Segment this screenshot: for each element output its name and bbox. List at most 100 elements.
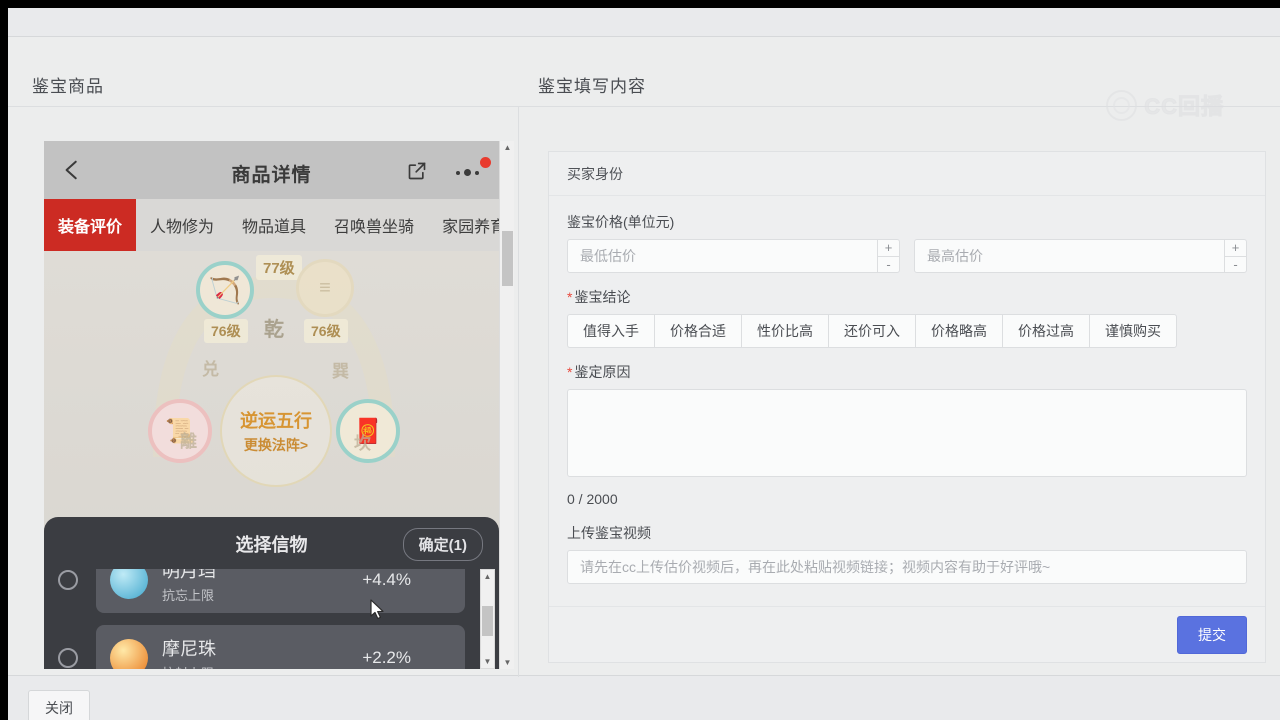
video-label: 上传鉴宝视频 [567,523,1247,543]
list-item[interactable]: 明月珰 抗忘上限 +4.4% [44,569,499,619]
conclusion-label: * 鉴宝结论 [567,287,1247,307]
item-radio[interactable] [58,570,78,590]
min-price-stepper[interactable]: + - [877,240,899,272]
game-preview-panel: 商品详情 装备评价 人物修为 物品道具 召唤兽坐骑 家园养育 🏹 76级 77级… [36,141,514,669]
right-panel-title: 鉴宝填写内容 [538,77,646,96]
conclusion-option-4[interactable]: 价格略高 [915,314,1002,348]
trigram-top: 乾 [264,319,284,341]
left-panel-title: 鉴宝商品 [32,77,104,96]
confirm-button[interactable]: 确定(1) [402,528,483,561]
preview-scrollbar[interactable]: ▲ ▼ [499,141,514,669]
item-attribute: 抗忘上限 [162,587,215,603]
game-tab-4[interactable]: 家园养育 [428,199,499,251]
scroll-down-icon[interactable]: ▼ [500,656,514,669]
reason-label-text: 鉴定原因 [574,364,631,380]
trigram-lower-right: 坎 [354,434,371,453]
conclusion-option-2[interactable]: 性价比高 [741,314,828,348]
item-card[interactable]: 明月珰 抗忘上限 +4.4% [96,569,465,613]
submit-button[interactable]: 提交 [1177,615,1247,654]
game-tab-3[interactable]: 召唤兽坐骑 [320,199,428,251]
select-token-modal: 选择信物 确定(1) 明月珰 抗忘上限 +4.4% 摩尼珠 +2.2% ▲ ▼ [44,517,499,669]
scroll-up-icon[interactable]: ▲ [500,141,514,154]
item-card[interactable]: 摩尼珠 抗封上限 +2.2% [96,625,465,669]
app-frame: 鉴宝商品 鉴宝填写内容 CC回播 商品详情 装备评价 人物修为 物品道具 召唤兽… [8,8,1280,720]
formation-node-topright[interactable]: ≡ [296,259,354,317]
character-counter: 0 / 2000 [567,491,618,507]
price-range-row: 最低估价 + - 最高估价 + - [567,239,1247,273]
video-link-input[interactable]: 请先在cc上传估价视频后，再在此处粘贴视频链接；视频内容有助于好评哦~ [567,550,1247,584]
item-name: 明月珰 [162,569,216,581]
minus-icon[interactable]: - [1225,257,1246,273]
conclusion-option-5[interactable]: 价格过高 [1002,314,1089,348]
formation-level-top: 77级 [256,255,302,280]
cc-logo-icon [1106,89,1138,121]
item-value: +4.4% [362,570,411,589]
game-tab-2[interactable]: 物品道具 [228,199,320,251]
game-page-title: 商品详情 [231,165,312,186]
form-footer: 提交 [549,606,1265,662]
game-viewport: 商品详情 装备评价 人物修为 物品道具 召唤兽坐骑 家园养育 🏹 76级 77级… [44,141,499,669]
formation-center-title: 逆运五行 [240,411,312,431]
column-divider [518,107,519,677]
trigram-lower-left: 離 [180,432,197,451]
scrollbar-thumb[interactable] [482,606,493,636]
close-button[interactable]: 关闭 [28,690,90,720]
formation-level-right: 76级 [304,319,348,343]
conclusion-option-6[interactable]: 谨慎购买 [1089,314,1177,348]
share-external-icon[interactable] [407,161,427,181]
item-radio[interactable] [58,648,78,668]
appraisal-dialog: 鉴宝商品 鉴宝填写内容 CC回播 商品详情 装备评价 人物修为 物品道具 召唤兽… [8,36,1280,677]
token-list[interactable]: 明月珰 抗忘上限 +4.4% 摩尼珠 +2.2% [44,569,499,669]
game-content-stage: 🏹 76级 77级 ≡ 76级 📜 🧧 乾 兑 巽 離 坎 逆运五行 更换法阵>… [44,251,499,669]
conclusion-option-3[interactable]: 还价可入 [828,314,915,348]
dialog-header: 鉴宝商品 鉴宝填写内容 CC回播 [8,37,1280,121]
plus-icon[interactable]: + [878,240,899,257]
notification-dot [480,157,491,168]
price-label: 鉴宝价格(单位元) [567,212,1247,232]
reason-textarea[interactable] [567,389,1247,477]
required-marker: * [567,364,573,380]
formation-diagram: 🏹 76级 77级 ≡ 76级 📜 🧧 乾 兑 巽 離 坎 逆运五行 更换法阵> [104,255,444,507]
form-body: 鉴宝价格(单位元) 最低估价 + - 最高估价 + - * 鉴宝结论 值得入手 … [549,196,1265,606]
modal-scrollbar[interactable]: ▲ ▼ [480,569,495,669]
trigram-upper-left: 兑 [202,360,219,379]
conclusion-option-1[interactable]: 价格合适 [654,314,741,348]
formation-level-left: 76级 [204,319,248,343]
max-price-input[interactable]: 最高估价 + - [914,239,1247,273]
max-price-stepper[interactable]: + - [1224,240,1246,272]
item-icon [110,639,148,669]
video-label-text: 上传鉴宝视频 [567,525,651,541]
game-tab-1[interactable]: 人物修为 [136,199,228,251]
appraisal-form-panel: 买家身份 鉴宝价格(单位元) 最低估价 + - 最高估价 + - * 鉴宝结论 … [548,151,1266,663]
cc-logo-text: CC回播 [1144,94,1224,120]
formation-center-button[interactable]: 逆运五行 更换法阵> [220,375,332,487]
item-name: 摩尼珠 [162,638,216,659]
price-label-text: 鉴宝价格(单位元) [567,214,675,230]
conclusion-options[interactable]: 值得入手 价格合适 性价比高 还价可入 价格略高 价格过高 谨慎购买 [567,314,1247,348]
more-dots-icon[interactable] [456,169,479,176]
mouse-cursor [370,599,384,620]
item-value: +2.2% [362,648,411,667]
min-price-input[interactable]: 最低估价 + - [567,239,900,273]
list-item[interactable]: 摩尼珠 抗封上限 +2.2% [44,619,499,669]
required-marker: * [567,289,573,305]
min-price-placeholder: 最低估价 [580,248,636,264]
max-price-placeholder: 最高估价 [927,248,983,264]
formation-center-action: 更换法阵> [243,437,309,453]
game-tab-bar[interactable]: 装备评价 人物修为 物品道具 召唤兽坐骑 家园养育 [44,199,499,251]
formation-node-topleft[interactable]: 🏹 [196,261,254,319]
conclusion-option-0[interactable]: 值得入手 [567,314,654,348]
scrollbar-thumb[interactable] [502,231,513,286]
item-attribute: 抗封上限 [162,663,216,670]
game-tab-0[interactable]: 装备评价 [44,199,137,251]
scroll-up-icon[interactable]: ▲ [481,570,494,583]
game-topbar: 商品详情 [44,141,499,199]
reason-label: * 鉴定原因 [567,362,1247,382]
trigram-upper-right: 巽 [332,362,349,381]
form-section-header: 买家身份 [549,152,1265,196]
item-icon [110,569,148,599]
scroll-down-icon[interactable]: ▼ [481,655,494,668]
minus-icon[interactable]: - [878,257,899,273]
modal-header: 选择信物 确定(1) [44,517,499,569]
plus-icon[interactable]: + [1225,240,1246,257]
